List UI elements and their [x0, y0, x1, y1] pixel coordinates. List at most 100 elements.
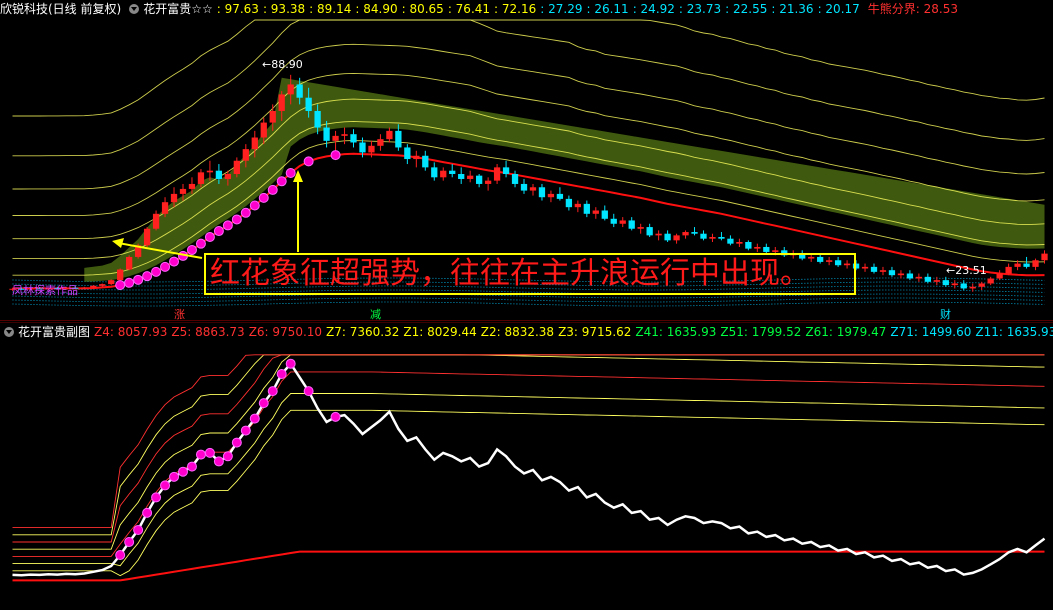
sub-flower-27 — [249, 413, 260, 424]
sub-flower-24 — [222, 451, 233, 462]
candle-body-69 — [628, 220, 635, 229]
candle-body-49 — [449, 170, 456, 174]
candle-body-15 — [143, 228, 151, 246]
candle-body-44 — [404, 147, 411, 160]
candle-body-73 — [664, 233, 671, 241]
candle-body-54 — [493, 167, 501, 181]
candle-body-114 — [1032, 260, 1039, 267]
candle-body-33 — [305, 97, 312, 111]
candle-body-37 — [341, 134, 348, 136]
sub-values: Z4: 8057.93 Z5: 8863.73 Z6: 9750.10 Z7: 736… — [94, 325, 1053, 339]
candle-body-80 — [727, 238, 734, 244]
candle-body-42 — [386, 130, 393, 140]
panel-separator — [0, 320, 1053, 321]
candle-body-67 — [610, 218, 617, 224]
flower-18 — [169, 256, 180, 267]
indicator-name: 花开富贵☆☆ — [143, 2, 213, 16]
header-value-13: : 20.17 — [817, 2, 860, 16]
candle-body-100 — [906, 273, 914, 279]
header-value-9: : 24.92 — [632, 2, 675, 16]
header-value-11: : 22.55 — [725, 2, 768, 16]
candle-body-106 — [960, 283, 967, 289]
flower-21 — [195, 238, 206, 249]
header-value-7: : 27.29 — [540, 2, 583, 16]
candle-body-103 — [933, 280, 940, 282]
candle-body-97 — [879, 270, 887, 272]
candle-body-113 — [1023, 263, 1030, 267]
candle-body-109 — [987, 278, 994, 284]
candle-body-35 — [323, 127, 330, 141]
cyan-band-5 — [12, 297, 1045, 303]
candle-body-104 — [942, 280, 949, 286]
sub-value-2: Z6: 9750.10 — [248, 325, 323, 339]
sub-flower-15 — [142, 507, 153, 518]
flower-28 — [258, 192, 269, 203]
annotation-box: 红花象征超强势，往往在主升浪运行中出现。 — [204, 253, 856, 295]
flower-14 — [133, 274, 144, 285]
yellow-band-6 — [12, 19, 1045, 117]
flower-29 — [267, 184, 278, 195]
header-values: : 97.63: 93.38: 89.14: 84.90: 80.65: 76.… — [217, 2, 864, 16]
candle-body-52 — [476, 175, 483, 184]
arrow-head-left — [112, 238, 124, 248]
candle-body-48 — [440, 170, 447, 178]
candle-body-95 — [861, 266, 869, 269]
candle-body-45 — [413, 155, 420, 160]
candle-body-75 — [682, 232, 689, 236]
candle-body-77 — [700, 233, 707, 239]
flower-24 — [222, 220, 233, 231]
flower-26 — [240, 207, 251, 218]
cyan-band-6 — [12, 301, 1045, 307]
candle-body-32 — [296, 84, 303, 98]
header-value-12: : 21.36 — [771, 2, 814, 16]
candle-body-39 — [359, 142, 366, 153]
sub-flower-36 — [330, 411, 341, 422]
candle-body-25 — [233, 160, 240, 174]
candle-body-62 — [565, 198, 573, 208]
candle-body-9 — [90, 285, 97, 288]
candle-body-82 — [745, 242, 752, 249]
main-header: 欣锐科技(日线 前复权) 花开富贵☆☆: 97.63: 93.38: 89.14:… — [0, 0, 1053, 18]
candle-body-50 — [458, 174, 465, 179]
sub-value-0: Z4: 8057.93 — [94, 325, 168, 339]
flower-22 — [204, 232, 215, 243]
candle-body-11 — [108, 280, 115, 285]
peak-label: ←88.90 — [262, 58, 303, 71]
candle-body-23 — [215, 170, 223, 179]
candle-body-98 — [888, 270, 896, 276]
candle-body-22 — [206, 170, 214, 173]
candle-body-110 — [996, 273, 1003, 279]
candle-body-51 — [467, 175, 474, 179]
flower-25 — [231, 214, 242, 225]
dropdown-icon[interactable] — [4, 327, 14, 337]
sub-flower-12 — [115, 550, 126, 561]
candle-body-60 — [547, 193, 555, 198]
sub-value-10: Z71: 1499.60 — [890, 325, 972, 339]
header-value-10: : 23.73 — [678, 2, 722, 16]
flower-33 — [303, 156, 314, 167]
sub-flower-18 — [169, 471, 180, 482]
flower-36 — [330, 150, 341, 161]
sub-flower-23 — [213, 456, 224, 467]
sub-flower-26 — [240, 425, 251, 436]
flower-23 — [213, 226, 224, 237]
candle-body-79 — [718, 237, 725, 239]
candle-body-20 — [188, 183, 196, 189]
candle-body-58 — [529, 187, 537, 191]
candle-body-71 — [646, 227, 653, 236]
sub-flower-21 — [195, 449, 206, 460]
sub-flower-17 — [160, 480, 171, 491]
candle-body-59 — [538, 187, 546, 198]
candle-body-47 — [431, 167, 438, 178]
flower-15 — [142, 271, 153, 282]
dropdown-icon[interactable] — [129, 4, 140, 14]
candle-body-102 — [924, 276, 931, 282]
sub-value-9: Z61: 1979.47 — [805, 325, 887, 339]
candle-body-115 — [1041, 253, 1048, 261]
candle-body-111 — [1005, 266, 1012, 274]
candle-body-30 — [278, 94, 285, 111]
candle-body-107 — [969, 286, 976, 289]
candle-body-76 — [691, 232, 698, 234]
candle-body-55 — [502, 167, 510, 174]
header-value-2: : 89.14 — [309, 2, 352, 16]
